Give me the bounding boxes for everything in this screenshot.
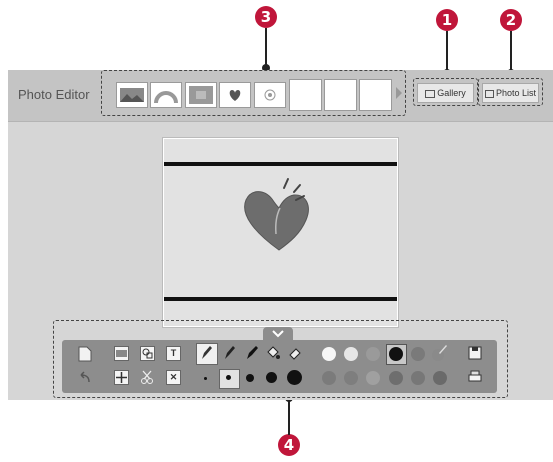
color-swatch-r2-6[interactable] [433, 371, 447, 385]
thumbnail-5[interactable] [254, 82, 286, 108]
background-image-tool[interactable] [114, 346, 129, 361]
canvas-bottom-bar [164, 297, 397, 301]
thumbnail-1[interactable] [116, 82, 148, 108]
color-swatch-r2-2[interactable] [344, 371, 358, 385]
gallery-button[interactable]: Gallery [417, 83, 474, 103]
thumbnail-3[interactable] [185, 82, 217, 108]
scroll-right-arrow-icon[interactable] [395, 86, 403, 100]
gallery-icon [425, 89, 436, 98]
landscape-image-icon [120, 88, 144, 102]
brush-size-3[interactable] [246, 374, 254, 382]
color-swatch-r2-3[interactable] [366, 371, 380, 385]
callout-3: 3 [255, 6, 277, 28]
color-swatch-r2-1[interactable] [322, 371, 336, 385]
save-icon[interactable] [468, 346, 482, 360]
move-icon [116, 372, 127, 383]
thumbnail-2[interactable] [150, 82, 182, 108]
leader-line [265, 28, 267, 66]
thumbnail-empty-2[interactable] [324, 79, 357, 111]
eraser-icon[interactable] [288, 345, 302, 361]
undo-icon[interactable] [78, 370, 92, 384]
gallery-label: Gallery [437, 88, 466, 98]
thumbnail-4[interactable] [219, 82, 251, 108]
brush-size-5[interactable] [287, 370, 302, 385]
heart-drawing [244, 178, 309, 251]
pencil-icon [202, 346, 212, 359]
leader-line [510, 31, 512, 71]
shape-tool[interactable] [140, 346, 155, 361]
callout-2: 2 [500, 9, 522, 31]
marker-icon[interactable] [245, 345, 259, 361]
photo-list-icon [484, 89, 494, 98]
chevron-down-icon [272, 330, 284, 338]
leader-line [288, 398, 290, 435]
shapes-icon [142, 348, 153, 359]
pen-icon[interactable] [222, 345, 236, 361]
close-tool[interactable]: ✕ [166, 370, 181, 385]
brush-size-1[interactable] [204, 377, 207, 380]
heart-image-icon [229, 90, 241, 101]
canvas-top-bar [164, 162, 397, 166]
print-icon[interactable] [468, 370, 482, 384]
image-icon [116, 350, 127, 357]
color-swatch-dark-gray[interactable] [411, 347, 425, 361]
color-swatch-r2-5[interactable] [411, 371, 425, 385]
app-title: Photo Editor [18, 87, 90, 102]
text-tool[interactable]: T [166, 346, 181, 361]
new-file-icon[interactable] [78, 346, 92, 362]
drawing-canvas[interactable] [163, 138, 398, 327]
thumbnail-empty-3[interactable] [359, 79, 392, 111]
color-swatch-white[interactable] [322, 347, 336, 361]
move-tool[interactable] [114, 370, 129, 385]
thumbnail-empty-1[interactable] [289, 79, 322, 111]
color-picker-icon[interactable] [430, 343, 448, 363]
toolbar-collapse-tab[interactable] [263, 327, 293, 340]
color-swatch-light-gray[interactable] [344, 347, 358, 361]
scissors-icon[interactable] [140, 370, 154, 384]
color-swatch-gray[interactable] [366, 347, 380, 361]
paint-bucket-icon[interactable] [266, 345, 280, 361]
brush-size-4[interactable] [266, 372, 277, 383]
photo-list-button[interactable]: Photo List [482, 83, 539, 103]
brush-size-2 [226, 375, 231, 380]
frame-image-icon [189, 86, 213, 104]
leader-line [446, 31, 448, 71]
photo-list-label: Photo List [495, 88, 537, 98]
callout-4: 4 [278, 434, 300, 456]
callout-1: 1 [436, 9, 458, 31]
flower-image-icon [264, 89, 276, 101]
color-swatch-black[interactable] [389, 347, 403, 361]
color-swatch-r2-4[interactable] [389, 371, 403, 385]
rainbow-image-icon [154, 91, 178, 104]
